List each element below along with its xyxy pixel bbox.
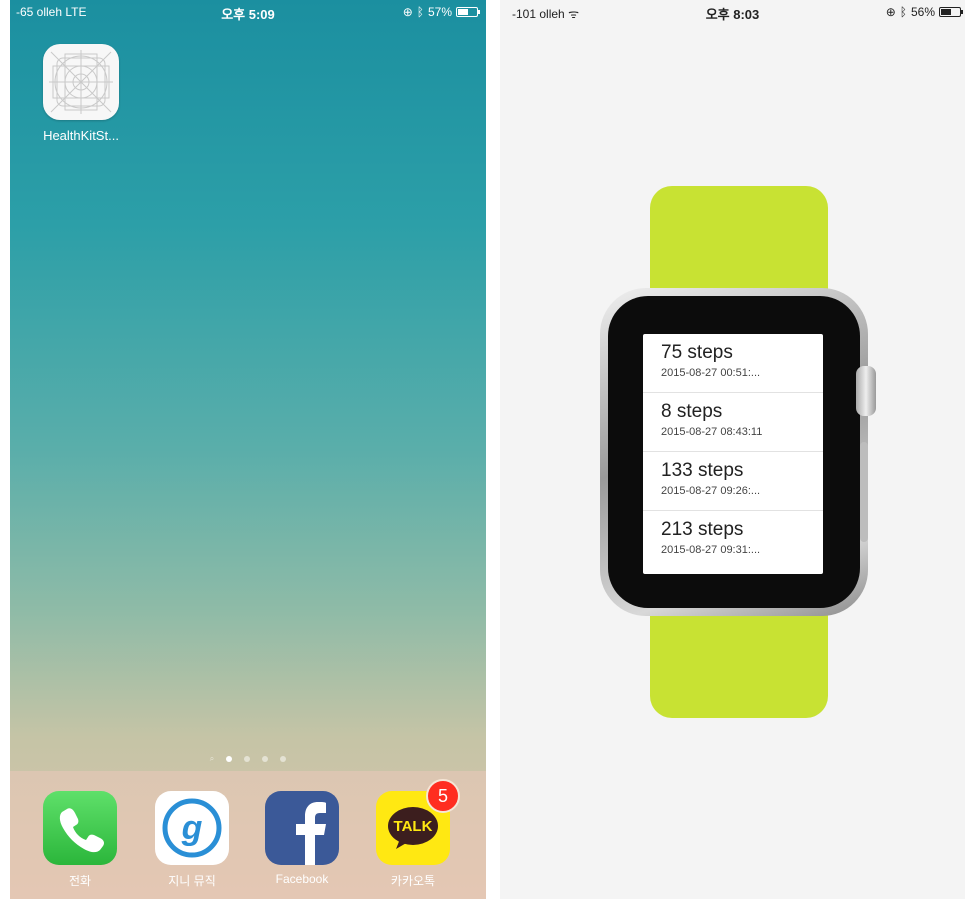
watch-side-button[interactable]: [860, 442, 868, 542]
page-dot: [244, 756, 251, 762]
phone-handset-icon: [59, 808, 104, 853]
step-count: 8 steps: [661, 401, 723, 422]
notification-badge: 5: [426, 779, 460, 813]
genie-music-app-icon[interactable]: g: [155, 791, 229, 865]
page-dot: [226, 756, 233, 762]
watch-step-list[interactable]: 75 steps 2015-08-27 00:51:... 8 steps 20…: [643, 334, 823, 574]
status-right: ⊕ ᛒ 57%: [402, 5, 480, 19]
watch-simulator-screen: -101 olleh ᯤ 오후 8:03 ⊕ ᛒ 56% 75 steps 20…: [500, 0, 965, 899]
spotlight-search-icon: ⌕: [209, 754, 215, 763]
healthkit-app-label: HealthKitSt...: [43, 128, 119, 143]
list-item[interactable]: 8 steps 2015-08-27 08:43:11: [643, 393, 823, 452]
page-indicator[interactable]: ⌕: [10, 754, 486, 763]
step-date: 2015-08-27 09:26:...: [661, 485, 761, 497]
status-bar: -101 olleh ᯤ 오후 8:03 ⊕ ᛒ 56%: [500, 0, 965, 26]
battery-percent: 56%: [910, 5, 935, 19]
status-bar: -65 olleh LTE 오후 5:09 ⊕ ᛒ 57%: [10, 0, 486, 26]
step-count: 133 steps: [661, 460, 744, 481]
facebook-app-label: Facebook: [275, 872, 329, 886]
step-count: 75 steps: [661, 342, 733, 363]
page-dot: [262, 756, 269, 762]
page-dot: [280, 756, 287, 762]
kakaotalk-app-icon[interactable]: TALK 5: [376, 779, 460, 865]
rotation-lock-icon: ⊕: [885, 5, 896, 19]
genie-logo-icon: g: [162, 798, 222, 858]
battery-icon: [456, 7, 480, 17]
home-screen: -65 olleh LTE 오후 5:09 ⊕ ᛒ 57% HealthKitS…: [10, 0, 486, 899]
facebook-f-icon: [296, 802, 326, 865]
battery-fill: [458, 9, 469, 15]
kakao-icon-text: TALK: [393, 818, 433, 835]
svg-text:g: g: [181, 809, 203, 847]
healthkit-app-icon[interactable]: [43, 44, 119, 120]
digital-crown[interactable]: [856, 366, 876, 416]
battery-percent: 57%: [427, 5, 452, 19]
step-date: 2015-08-27 09:31:...: [661, 544, 761, 556]
list-item[interactable]: 75 steps 2015-08-27 00:51:...: [643, 334, 823, 393]
status-right: ⊕ ᛒ 56%: [885, 5, 963, 19]
step-count: 213 steps: [661, 519, 744, 540]
kakaotalk-app-label: 카카오톡: [390, 874, 436, 888]
phone-app-icon[interactable]: [43, 791, 117, 865]
list-item[interactable]: 213 steps 2015-08-27 09:31:...: [643, 511, 823, 570]
genie-music-app-label: 지니 뮤직: [168, 874, 216, 888]
watch-band-bottom: [650, 606, 828, 718]
bluetooth-icon: ᛒ: [899, 5, 907, 19]
blank-app-grid-icon: [49, 50, 113, 114]
phone-app-label: 전화: [68, 874, 92, 888]
battery-icon: [939, 7, 963, 17]
step-date: 2015-08-27 00:51:...: [661, 367, 761, 379]
facebook-app-icon[interactable]: [265, 791, 339, 865]
battery-fill: [941, 9, 952, 15]
dock: 전화 g 지니 뮤직 Facebook TALK 5 카카오톡: [10, 771, 486, 899]
bluetooth-icon: ᛒ: [416, 5, 424, 19]
step-date: 2015-08-27 08:43:11: [661, 426, 763, 438]
list-item[interactable]: 133 steps 2015-08-27 09:26:...: [643, 452, 823, 511]
rotation-lock-icon: ⊕: [402, 5, 413, 19]
